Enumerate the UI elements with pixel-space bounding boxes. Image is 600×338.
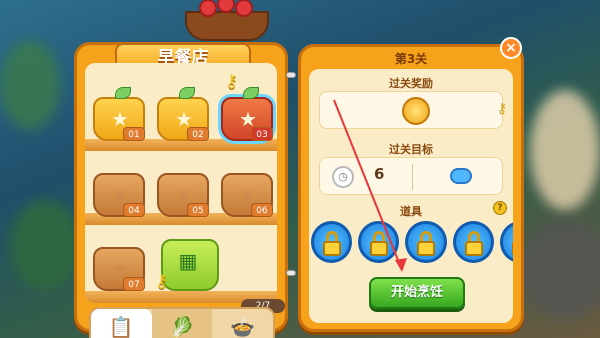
dish-item-02[interactable]: ★ 02 xyxy=(157,87,209,141)
clipboard-icon: 📋 xyxy=(108,315,134,338)
dish-item-01[interactable]: ★ 01 xyxy=(93,87,145,141)
key-icon: ⚷ xyxy=(225,71,239,92)
star-icon: ★ xyxy=(111,183,129,207)
dish-item-07[interactable]: ★ 07 xyxy=(93,247,145,291)
dish-number: 03 xyxy=(251,127,273,141)
locked-prop-slot[interactable] xyxy=(499,221,513,263)
locked-prop-slot[interactable] xyxy=(452,221,494,263)
background-tree xyxy=(0,40,60,130)
reward-box xyxy=(319,91,503,129)
shop-panel: 早餐店 ★ 01 ★ 02 ★ 03 ⚷ ★ 04 ★ 05 ★ 06 ★ 07… xyxy=(74,0,288,338)
shop-shelves: ★ 01 ★ 02 ★ 03 ⚷ ★ 04 ★ 05 ★ 06 ★ 07 ▦ ⚷ xyxy=(85,63,277,303)
coin-icon xyxy=(402,97,430,125)
star-icon: ★ xyxy=(175,183,193,207)
timer-icon: ◷ xyxy=(332,166,354,188)
star-icon: ★ xyxy=(111,107,129,131)
locked-prop-slot[interactable] xyxy=(358,221,400,263)
props-title: 道具 xyxy=(400,205,422,218)
dish-number: 01 xyxy=(123,127,145,141)
fruit-basket-icon xyxy=(185,0,269,41)
level-title: 第3关 xyxy=(394,52,428,66)
tab-ingredients[interactable]: 🥬 xyxy=(151,309,213,338)
dish-item-05[interactable]: ★ 05 xyxy=(157,173,209,217)
key-icon[interactable]: ⚷ xyxy=(497,101,507,117)
star-icon: ★ xyxy=(175,107,193,131)
tab-clipboard[interactable]: 📋 xyxy=(91,309,152,338)
level-content: 过关奖励 ⚷ 过关目标 ◷ 6 道具 ? 开始烹饪 xyxy=(309,69,513,323)
star-icon: ★ xyxy=(111,257,129,281)
background-road xyxy=(520,220,600,320)
panel-hinge xyxy=(286,72,296,78)
dish-number: 07 xyxy=(123,277,145,291)
help-icon[interactable]: ? xyxy=(493,201,507,215)
locked-prop-slot[interactable] xyxy=(405,221,447,263)
level-panel: 第3关 过关奖励 ⚷ 过关目标 ◷ 6 道具 ? 开始烹饪 xyxy=(298,44,524,332)
goal-box: ◷ 6 xyxy=(319,157,503,195)
key-icon: ⚷ xyxy=(155,271,169,292)
goal-title: 过关目标 xyxy=(389,143,433,156)
star-icon: ★ xyxy=(239,183,257,207)
reward-title: 过关奖励 xyxy=(389,77,433,90)
locked-prop-slot[interactable] xyxy=(311,221,353,263)
customer-icon xyxy=(450,168,472,184)
dish-item-04[interactable]: ★ 04 xyxy=(93,173,145,217)
shop-tabs: 📋 🥬 🍲 xyxy=(89,307,275,338)
gift-box-reward[interactable]: ▦ xyxy=(161,239,219,291)
tab-cookware[interactable]: 🍲 xyxy=(212,309,273,338)
pot-icon: 🍲 xyxy=(230,315,256,338)
dish-number: 06 xyxy=(251,203,273,217)
close-button[interactable]: × xyxy=(500,37,522,59)
prop-slots xyxy=(311,221,513,263)
money-icon: ▦ xyxy=(178,249,198,273)
dish-item-06[interactable]: ★ 06 xyxy=(221,173,273,217)
cabbage-icon: 🥬 xyxy=(169,315,195,338)
dish-number: 02 xyxy=(187,127,209,141)
dish-number: 04 xyxy=(123,203,145,217)
background-tree xyxy=(10,200,80,290)
panel-hinge xyxy=(286,270,296,276)
background-building xyxy=(530,90,600,210)
dish-number: 05 xyxy=(187,203,209,217)
goal-count: 6 xyxy=(374,165,385,183)
dish-item-03[interactable]: ★ 03 xyxy=(221,87,273,141)
star-icon: ★ xyxy=(239,107,257,131)
start-cooking-button[interactable]: 开始烹饪 xyxy=(369,277,465,309)
